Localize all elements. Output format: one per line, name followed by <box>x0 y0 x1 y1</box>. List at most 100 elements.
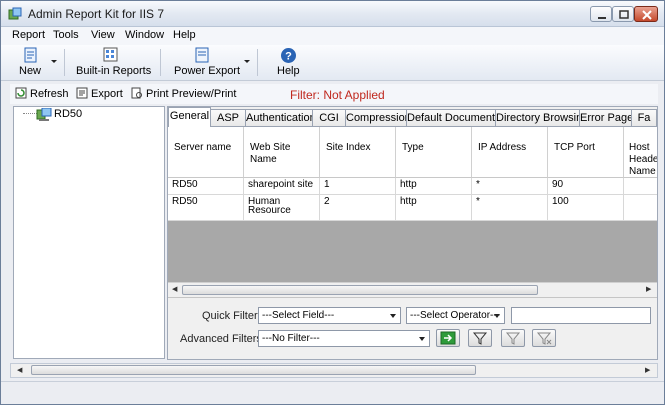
refresh-label: Refresh <box>30 88 69 100</box>
column-header-tcp-port[interactable]: TCP Port <box>548 127 624 178</box>
column-header-server-name[interactable]: Server name <box>168 127 244 178</box>
tree-node-rd50[interactable]: RD50 <box>54 108 82 120</box>
table-row[interactable]: RD50 Human Resource 2 http * 100 <box>168 195 657 221</box>
menu-window[interactable]: Window <box>125 29 164 41</box>
server-icon <box>36 108 52 121</box>
scrollbar-thumb[interactable] <box>31 365 476 375</box>
filter-button[interactable] <box>468 329 492 347</box>
table-cell: http <box>396 178 472 195</box>
funnel-edit-icon <box>505 332 521 345</box>
power-export-icon <box>195 47 209 63</box>
toolbar-separator <box>257 49 258 76</box>
chevron-down-icon <box>419 337 425 341</box>
select-field-dropdown[interactable]: ---Select Field--- <box>258 307 401 324</box>
tab-default-documents[interactable]: Default Documents <box>406 109 496 126</box>
chevron-down-icon <box>390 314 396 318</box>
main-horizontal-scrollbar[interactable]: ◀ ▶ <box>10 363 658 378</box>
table-cell <box>624 195 657 221</box>
builtin-reports-icon <box>103 47 118 62</box>
data-grid: Server name Web Site Name Site Index Typ… <box>168 126 657 296</box>
filter-clear-button[interactable] <box>532 329 556 347</box>
table-cell: Human Resource <box>244 195 320 221</box>
scroll-left-icon[interactable]: ◀ <box>172 285 177 293</box>
advanced-filters-label: Advanced Filters: <box>180 333 265 345</box>
funnel-icon <box>472 332 488 345</box>
table-cell: RD50 <box>168 178 244 195</box>
power-export-button[interactable]: Power Export <box>172 46 240 79</box>
help-label: Help <box>277 65 300 77</box>
menu-report[interactable]: Report <box>12 29 45 41</box>
tab-asp[interactable]: ASP <box>210 109 246 126</box>
toolbar-separator <box>64 49 65 76</box>
refresh-button[interactable]: Refresh <box>15 87 69 100</box>
toolbar: New Built-in Reports Power Export ? Help <box>1 45 664 81</box>
maximize-button[interactable] <box>612 6 634 22</box>
column-header-web-site-name[interactable]: Web Site Name <box>244 127 320 178</box>
tab-fa[interactable]: Fa <box>631 109 657 126</box>
filter-pane: Quick Filter: ---Select Field--- ---Sele… <box>168 297 657 359</box>
maximize-icon <box>619 10 629 19</box>
table-cell: sharepoint site <box>244 178 320 195</box>
new-button[interactable]: New <box>15 46 45 79</box>
filter-value-input[interactable] <box>511 307 651 324</box>
new-dropdown-arrow[interactable] <box>51 60 57 63</box>
scroll-right-icon[interactable]: ▶ <box>646 285 651 293</box>
scrollbar-thumb[interactable] <box>182 285 538 295</box>
table-cell: 2 <box>320 195 396 221</box>
select-operator-dropdown[interactable]: ---Select Operator--- <box>406 307 505 324</box>
menu-view[interactable]: View <box>91 29 115 41</box>
table-cell: http <box>396 195 472 221</box>
table-cell: RD50 <box>168 195 244 221</box>
export-button[interactable]: Export <box>76 87 123 100</box>
scroll-right-icon[interactable]: ▶ <box>645 366 650 374</box>
window-title: Admin Report Kit for IIS 7 <box>28 7 165 21</box>
print-preview-button[interactable]: Print Preview/Print <box>131 87 236 100</box>
funnel-clear-icon <box>536 332 552 345</box>
close-icon <box>642 10 652 20</box>
advanced-filter-value: ---No Filter--- <box>262 333 320 344</box>
table-row[interactable]: RD50 sharepoint site 1 http * 90 <box>168 178 657 195</box>
tab-authentication[interactable]: Authentication <box>245 109 313 126</box>
grid-horizontal-scrollbar[interactable]: ◀ ▶ <box>168 282 657 296</box>
column-header-ip-address[interactable]: IP Address <box>472 127 548 178</box>
tab-general[interactable]: General <box>168 107 211 127</box>
export-icon <box>76 87 88 99</box>
tab-compression[interactable]: Compression <box>345 109 407 126</box>
apply-arrow-icon <box>440 331 456 345</box>
close-button[interactable] <box>634 6 658 22</box>
tab-directory-browsing[interactable]: Directory Browsing <box>495 109 580 126</box>
minimize-button[interactable] <box>590 6 612 22</box>
refresh-icon <box>15 87 27 99</box>
menu-bar: Report Tools View Window Help <box>1 27 664 45</box>
print-preview-label: Print Preview/Print <box>146 88 237 100</box>
tab-strip: General ASP Authentication CGI Compressi… <box>168 107 657 127</box>
apply-filter-button[interactable] <box>436 329 460 347</box>
table-cell: * <box>472 195 548 221</box>
power-export-label: Power Export <box>174 65 241 77</box>
table-cell: 1 <box>320 178 396 195</box>
builtin-reports-button[interactable]: Built-in Reports <box>75 46 152 79</box>
column-header-host-header-name[interactable]: Host Header Name <box>624 127 657 178</box>
table-cell: 90 <box>548 178 624 195</box>
app-icon <box>8 7 22 20</box>
filter-status: Filter: Not Applied <box>290 88 385 102</box>
export-label: Export <box>91 88 123 100</box>
power-export-dropdown-arrow[interactable] <box>244 60 250 63</box>
tab-error-page[interactable]: Error Page <box>579 109 632 126</box>
filter-edit-button[interactable] <box>501 329 525 347</box>
tab-cgi[interactable]: CGI <box>312 109 346 126</box>
tree-connector <box>23 113 37 114</box>
grid-header: Server name Web Site Name Site Index Typ… <box>168 127 657 178</box>
action-bar: Refresh Export Print Preview/Print Filte… <box>10 84 658 104</box>
menu-help[interactable]: Help <box>173 29 196 41</box>
scroll-left-icon[interactable]: ◀ <box>17 366 22 374</box>
advanced-filter-dropdown[interactable]: ---No Filter--- <box>258 330 430 347</box>
select-operator-value: ---Select Operator--- <box>410 310 501 321</box>
help-button[interactable]: ? Help <box>273 46 303 79</box>
column-header-type[interactable]: Type <box>396 127 472 178</box>
server-tree: RD50 <box>13 106 165 359</box>
column-header-site-index[interactable]: Site Index <box>320 127 396 178</box>
menu-tools[interactable]: Tools <box>53 29 79 41</box>
builtin-reports-label: Built-in Reports <box>76 65 152 77</box>
minimize-icon <box>598 17 606 19</box>
